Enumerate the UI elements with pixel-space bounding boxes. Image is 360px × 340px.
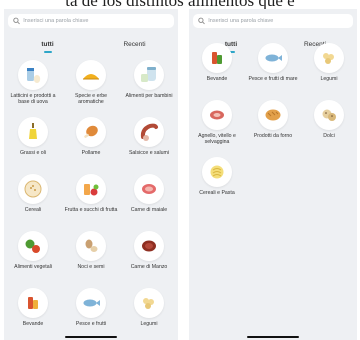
fruit-juice-icon [76,174,106,204]
category-label: Legumi [320,76,338,82]
category-label: Prodotti da forno [253,133,293,139]
vegetables-icon [18,231,48,261]
category-label: Latticini e prodotti a base di uova [10,93,56,105]
category-item[interactable]: Carne di maiale [120,174,178,231]
category-label: Cereali e Pasta [199,190,235,196]
category-item[interactable]: Pollame [62,117,120,174]
category-label: Noci e semi [77,264,105,270]
category-item[interactable]: Dolci [301,100,357,157]
category-label: Grassi e oli [20,150,46,156]
category-label: Frutta e succhi di frutta [64,207,118,213]
search-icon [13,17,20,25]
tab-tutti[interactable]: tutti [4,36,91,56]
fish-icon [258,43,288,73]
category-label: Dolci [323,133,335,139]
fish-icon [76,288,106,318]
cookies-icon [314,100,344,130]
legumes-icon [314,43,344,73]
home-indicator [65,336,117,338]
background-caption: ta de los distintos alimentos que e [0,0,360,9]
category-item[interactable]: Pesce e frutti di mare [245,43,301,100]
left-screen: tutti Recenti Latticini e prodotti a bas… [4,9,178,340]
category-item[interactable]: Pesce e frutti [62,288,120,340]
home-indicator [247,336,299,338]
category-label: Bevande [206,76,228,82]
category-item[interactable]: Bevande [189,43,245,100]
milk-eggs-icon [18,60,48,90]
category-item[interactable]: Legumi [120,288,178,340]
chicken-leg-icon [76,117,106,147]
category-item[interactable]: Latticini e prodotti a base di uova [4,60,62,117]
search-icon [198,17,205,25]
category-label: Legumi [140,321,158,327]
category-item[interactable]: Grassi e oli [4,117,62,174]
search-input[interactable] [23,18,174,24]
lamb-meat-icon [202,100,232,130]
category-label: Carne di maiale [130,207,168,213]
category-label: Cereali [24,207,42,213]
category-label: Agnello, vitello e selvaggina [198,133,236,145]
legumes-icon [134,288,164,318]
sausage-icon [134,117,164,147]
category-grid: Latticini e prodotti a base di uova Spec… [4,60,178,340]
category-label: Pollame [81,150,101,156]
category-item[interactable]: Carne di Manzo [120,231,178,288]
category-item[interactable]: Cereali [4,174,62,231]
category-label: Pesce e frutti di mare [248,76,298,82]
category-item[interactable]: Agnello, vitello e selvaggina [189,100,245,157]
category-item[interactable]: Cereali e Pasta [189,157,245,214]
category-label: Alimenti per bambini [125,93,173,99]
category-label: Bevande [22,321,44,327]
oil-bottle-icon [18,117,48,147]
category-item[interactable]: Alimenti per bambini [120,60,178,117]
category-label: Pesce e frutti [75,321,107,327]
nuts-icon [76,231,106,261]
pasta-icon [202,157,232,187]
beef-icon [134,231,164,261]
category-item[interactable]: Frutta e succhi di frutta [62,174,120,231]
baby-food-icon [134,60,164,90]
category-grid: Bevande Pesce e frutti di mare Legumi Ag… [189,43,357,214]
category-label: Salsicce e salumi [128,150,170,156]
category-label: Alimenti vegetali [14,264,52,270]
search-bar[interactable] [8,14,174,28]
category-item[interactable]: Alimenti vegetali [4,231,62,288]
search-input[interactable] [208,18,353,24]
drinks-icon [202,43,232,73]
category-label: Specie e erbe aromatiche [74,93,107,105]
pork-icon [134,174,164,204]
tab-recenti[interactable]: Recenti [91,36,178,56]
category-label: Carne di Manzo [130,264,168,270]
category-item[interactable]: Noci e semi [62,231,120,288]
tab-bar: tutti Recenti [4,36,178,56]
category-item[interactable]: Specie e erbe aromatiche [62,60,120,117]
right-screen: tutti Recenti Bevande Pesce e frutti di … [189,9,357,340]
category-item[interactable]: Salsicce e salumi [120,117,178,174]
drinks-icon [18,288,48,318]
category-item[interactable]: Bevande [4,288,62,340]
category-item[interactable]: Prodotti da forno [245,100,301,157]
spices-icon [76,60,106,90]
search-bar[interactable] [193,14,353,28]
cereal-bowl-icon [18,174,48,204]
category-item[interactable]: Legumi [301,43,357,100]
bread-icon [258,100,288,130]
